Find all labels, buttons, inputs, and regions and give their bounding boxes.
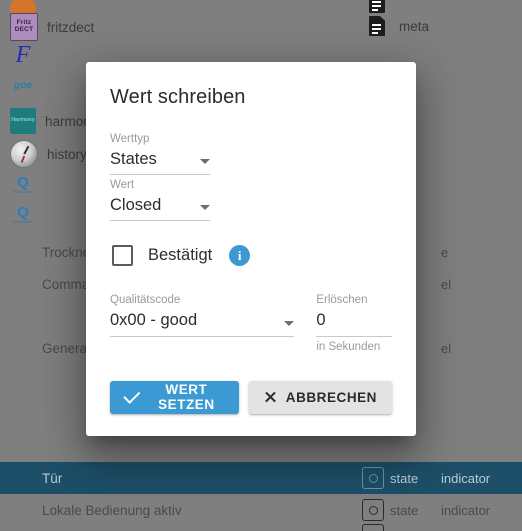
set-value-button-label: WERT SETZEN — [158, 382, 215, 413]
object-row-role: indicator — [441, 470, 491, 486]
chevron-down-icon[interactable] — [200, 205, 210, 211]
tree-item-homeconnect-2[interactable]: Q HomeConnect — [10, 202, 36, 228]
homeconnect-subtext: HomeConnect — [12, 220, 34, 225]
object-row-name: Tür — [42, 470, 63, 486]
state-type-icon — [362, 524, 384, 531]
object-row-name: Genera — [42, 340, 88, 356]
value-value: Closed — [110, 196, 162, 215]
chevron-down-icon[interactable] — [284, 320, 295, 326]
dialog-actions: WERT SETZEN ABBRECHEN — [86, 353, 416, 436]
value-select[interactable]: Closed — [110, 195, 210, 222]
object-row-tuer[interactable]: Tür state indicator — [0, 462, 522, 494]
object-row-state: state — [362, 467, 418, 489]
object-row-role: e — [441, 244, 449, 260]
tree-item-history[interactable]: history — [10, 140, 87, 168]
quality-code-select[interactable]: 0x00 - good — [110, 310, 295, 337]
close-x-icon — [264, 391, 277, 404]
expire-input[interactable]: 0 — [316, 310, 392, 337]
acknowledged-label: Bestätigt — [148, 246, 213, 265]
object-row-role: el — [441, 340, 452, 356]
homeconnect-glyph: Q — [17, 204, 29, 222]
state-type-label: state — [390, 502, 419, 518]
cancel-button-label: ABBRECHEN — [285, 389, 377, 405]
value-label: Wert — [110, 179, 135, 192]
object-row-name: Comma — [42, 276, 90, 292]
chevron-down-icon[interactable] — [200, 159, 210, 165]
homeconnect-icon: Q HomeConnect — [10, 202, 36, 228]
quality-code-value: 0x00 - good — [110, 311, 198, 330]
set-value-button[interactable]: WERT SETZEN — [110, 380, 239, 414]
tree-item-goe[interactable]: goe — [10, 73, 45, 99]
object-row-name: Lokale Bedienung aktiv — [42, 502, 182, 518]
state-type-icon — [362, 467, 384, 489]
object-row-lokale-bedienung[interactable]: Lokale Bedienung aktiv state indicator — [0, 494, 522, 526]
value-type-label: Werttyp — [110, 133, 150, 145]
write-value-dialog: Wert schreiben Werttyp States Wert Close… — [86, 62, 416, 436]
goe-icon: goe — [14, 79, 32, 91]
object-row-name: Trockne — [42, 244, 91, 260]
expire-value: 0 — [316, 311, 326, 330]
file-document-icon — [364, 13, 390, 39]
fullcalendar-f-icon: F — [15, 43, 31, 69]
quality-code-field[interactable]: Qualitätscode 0x00 - good — [110, 294, 295, 352]
expire-hint: in Sekunden — [316, 340, 381, 353]
value-type-select[interactable]: States — [110, 149, 210, 176]
value-type-value: States — [110, 149, 157, 168]
dialog-title: Wert schreiben — [110, 86, 246, 108]
harmony-icon: Harmony — [10, 108, 36, 134]
homeconnect-icon: Q HomeConnect — [10, 172, 36, 198]
object-row-role: el — [441, 276, 452, 292]
acknowledged-checkbox[interactable] — [112, 245, 133, 267]
homeconnect-glyph: Q — [17, 174, 29, 192]
homeconnect-subtext: HomeConnect — [12, 190, 34, 195]
check-icon — [123, 386, 141, 404]
dialog-body: Werttyp States Wert Closed Bestätigt i Q… — [86, 109, 416, 353]
value-type-field[interactable]: Werttyp States — [110, 133, 210, 176]
tree-item-label: harmon — [45, 113, 91, 129]
state-type-label: state — [390, 470, 419, 486]
object-row-state-partial — [362, 524, 384, 531]
fritzdect-icon: Fritz DECT — [10, 13, 38, 41]
cancel-button[interactable]: ABBRECHEN — [248, 380, 392, 414]
state-type-icon — [362, 499, 384, 521]
tree-item-fritzdect[interactable]: Fritz DECT fritzdect — [10, 13, 94, 41]
history-clock-icon — [10, 140, 38, 168]
tree-item-label: history — [47, 146, 87, 162]
meta-item[interactable]: meta — [364, 13, 429, 39]
acknowledged-row: Bestätigt i — [110, 245, 392, 267]
tree-item-label: fritzdect — [47, 19, 95, 35]
tree-item-fullcalendar[interactable]: F — [10, 43, 45, 69]
object-row-role: indicator — [441, 502, 491, 518]
tree-item-harmony[interactable]: Harmony harmon — [10, 108, 91, 134]
object-row-state: state — [362, 499, 418, 521]
info-icon[interactable]: i — [229, 245, 251, 267]
expire-label: Erlöschen — [316, 294, 368, 307]
tree-item-homeconnect-1[interactable]: Q HomeConnect — [10, 172, 36, 198]
meta-item-label: meta — [399, 18, 430, 34]
expire-field[interactable]: Erlöschen 0 in Sekunden — [316, 294, 392, 353]
value-field[interactable]: Wert Closed — [110, 179, 210, 222]
quality-code-label: Qualitätscode — [110, 294, 181, 307]
quality-expire-row: Qualitätscode 0x00 - good Erlöschen 0 in… — [110, 294, 392, 353]
